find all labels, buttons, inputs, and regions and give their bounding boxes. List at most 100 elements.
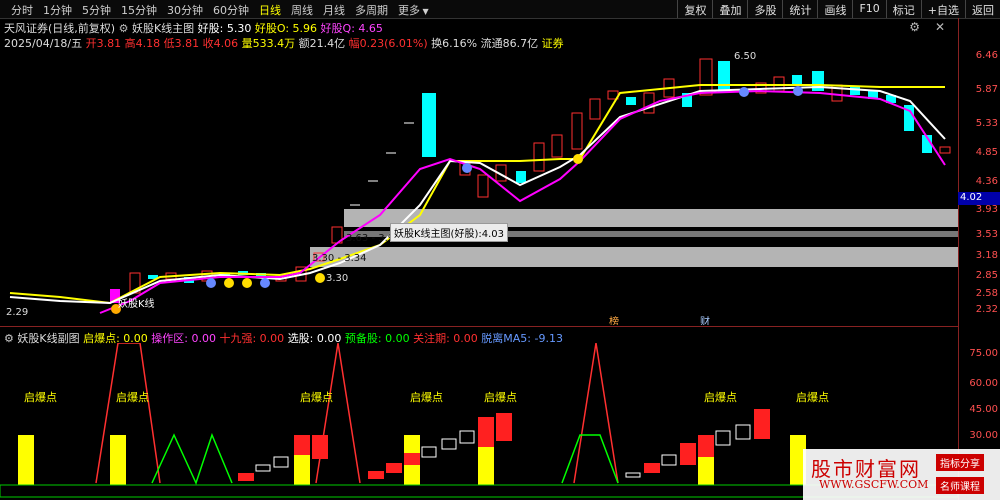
stock-title: 天风证券(日线,前复权) [4,22,116,35]
face-icon [573,154,583,164]
axis-tick: 4.85 [975,147,998,158]
good-label: 好股: 5.30 [197,22,252,35]
sub-axis-tick: 45.00 [969,404,998,415]
main-info-line: 天风证券(日线,前复权) ⚙ 妖股K线主图 好股: 5.30 好股O: 5.96… [4,20,383,36]
qbd-marker: 启爆点 [116,390,149,404]
stock-chart-app: 分时 1分钟 5分钟 15分钟 30分钟 60分钟 日线 周线 月线 多周期 更… [0,0,1000,500]
green-peak [561,434,619,484]
candle-25 [571,112,583,150]
red-box [754,409,770,439]
right-tools: 复权 叠加 多股 统计 画线 F10 标记 +自选 返回 [677,0,1000,18]
candle-36 [792,75,802,85]
tab-more-label: 更多 [398,4,420,17]
axis-tick: 4.36 [975,176,998,187]
red-peak [95,343,161,484]
tab-weekly[interactable]: 周线 [286,2,318,18]
red-box [368,471,384,479]
red-box [478,417,494,447]
face-icon [260,278,270,288]
white-box [735,424,751,440]
candle-20 [477,174,489,198]
tab-daily[interactable]: 日线 [254,2,286,18]
qbd-marker: 启爆点 [24,390,57,404]
qbd-marker: 启爆点 [796,390,829,404]
close-icon[interactable]: ✕ [935,20,945,34]
multi-stock-button[interactable]: 多股 [747,0,782,18]
white-box [459,430,475,444]
tab-5min[interactable]: 5分钟 [77,2,116,18]
back-button[interactable]: 返回 [965,0,1000,18]
white-box [273,456,289,468]
top-toolbar: 分时 1分钟 5分钟 15分钟 30分钟 60分钟 日线 周线 月线 多周期 更… [0,0,1000,19]
white-box [715,430,731,446]
box2-label: 3.30 - 3.34 [312,253,367,264]
red-box [238,473,254,481]
face-icon [462,163,472,173]
sub-axis-tick: 30.00 [969,430,998,441]
red-peak [315,343,361,484]
qbd-marker: 启爆点 [410,390,443,404]
candle-24 [551,134,563,158]
candle-22 [516,171,526,183]
red-peak [573,343,619,484]
cai-label: 财 [700,315,710,325]
tab-multi-period[interactable]: 多周期 [350,2,393,18]
restore-button[interactable]: 复权 [677,0,712,18]
gear-icon[interactable]: ⚙ [119,22,132,35]
pane-divider[interactable] [0,326,958,327]
red-box [680,443,696,465]
add-watchlist-button[interactable]: +自选 [920,0,965,18]
red-box [404,453,420,465]
white-box [625,472,641,478]
candle-28 [626,97,636,105]
watermark-badge-2: 名师课程 [936,477,984,494]
stats-button[interactable]: 统计 [782,0,817,18]
tab-30min[interactable]: 30分钟 [162,2,208,18]
period-tabs: 分时 1分钟 5分钟 15分钟 30分钟 60分钟 日线 周线 月线 多周期 更… [6,2,434,18]
tab-1min[interactable]: 1分钟 [38,2,77,18]
red-box [698,435,714,457]
candle-29 [643,92,655,114]
yellow-bar [18,435,34,485]
axis-tick: 2.58 [975,288,998,299]
white-box [421,446,437,458]
tab-timeshare[interactable]: 分时 [6,2,38,18]
face-icon [315,273,325,283]
axis-tick: 5.87 [975,84,998,95]
candle-32 [699,58,713,96]
f10-button[interactable]: F10 [852,0,885,18]
face-icon [793,86,803,96]
red-box [312,435,328,459]
candle-33 [718,61,730,93]
face-icon [224,278,234,288]
draw-line-button[interactable]: 画线 [817,0,852,18]
qbd-marker: 启爆点 [484,390,517,404]
tab-60min[interactable]: 60分钟 [208,2,254,18]
low-label: 2.29 [6,307,28,318]
sub-axis-tick: 60.00 [969,378,998,389]
watermark-url: WWW.GSCFW.COM [819,478,929,491]
axis-tick: 6.46 [975,50,998,61]
qbd-marker: 启爆点 [300,390,333,404]
candle-18 [422,93,436,157]
overlay-button[interactable]: 叠加 [712,0,747,18]
tab-more[interactable]: 更多 ▼ [393,2,434,18]
mark-button[interactable]: 标记 [885,0,921,18]
box3-label: 3.30 [326,273,348,284]
main-chart[interactable]: 6.50 2.29 3.63 - 3.96 3.30 - 3.34 3.30 妖… [0,45,958,325]
white-box [441,438,457,450]
tab-15min[interactable]: 15分钟 [116,2,162,18]
qbd-marker: 启爆点 [704,390,737,404]
face-icon [242,278,252,288]
bang-label: 榜 [609,315,619,325]
watermark: 股市财富网 WWW.GSCFW.COM 指标分享 名师课程 [803,449,1000,500]
indicator-name[interactable]: 妖股K线主图 [132,22,194,35]
axis-tick: 3.53 [975,229,998,240]
tab-monthly[interactable]: 月线 [318,2,350,18]
green-peak [151,432,233,486]
resistance-box-2 [310,247,958,267]
selected-price-badge: 4.02 [958,192,1000,205]
settings-icon[interactable]: ⚙ [909,20,920,34]
watermark-badge-1: 指标分享 [936,454,984,471]
axis-tick: 3.18 [975,250,998,261]
